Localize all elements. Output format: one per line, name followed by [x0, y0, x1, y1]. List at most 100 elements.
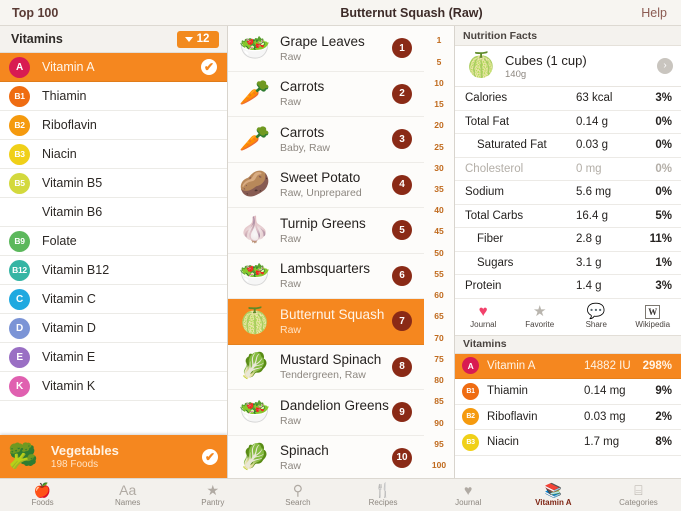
tab-journal[interactable]: ♥ Journal — [426, 483, 511, 507]
scroll-index-item[interactable]: 85 — [434, 397, 443, 406]
food-list-item[interactable]: 🥬 Spinach Raw 10 — [228, 435, 424, 478]
scroll-index[interactable]: 1 5 10 15 20 25 30 35 40 45 50 55 60 65 70 75 80 85 90 95 10… — [424, 26, 454, 478]
scroll-index-item[interactable]: 50 — [434, 249, 443, 258]
scroll-index-item[interactable]: 75 — [434, 355, 443, 364]
vitamin-row[interactable]: B9 Folate — [0, 227, 227, 256]
scroll-index-item[interactable]: 5 — [437, 58, 442, 67]
help-link[interactable]: Help — [595, 6, 681, 20]
vitamin-row[interactable]: K Vitamin K — [0, 372, 227, 401]
food-list-item[interactable]: 🍈 Butternut Squash Raw 7 — [228, 299, 424, 345]
scroll-index-item[interactable]: 65 — [434, 312, 443, 321]
food-icon: 🥕 — [239, 79, 271, 108]
vitamin-row[interactable]: B1 Thiamin — [0, 82, 227, 111]
action-bar[interactable]: ♥ Journal ★ Favorite 💬 Share W Wikipedia — [455, 298, 681, 336]
scroll-index-item[interactable]: 55 — [434, 270, 443, 279]
heart-icon: ♥ — [478, 303, 488, 320]
tab-pantry[interactable]: ★ Pantry — [170, 483, 255, 507]
vitamin-row[interactable]: B6 Vitamin B6 — [0, 198, 227, 227]
vitamins-list[interactable]: A Vitamin A ✔ B1 Thiamin B2 Riboflavin B3 Niacin… — [0, 53, 227, 451]
tab-categories[interactable]: ⌸ Categories — [596, 483, 681, 507]
vitamin-label: Vitamin B12 — [42, 263, 110, 277]
action-label: Journal — [470, 320, 497, 329]
cutlery-icon: 🍴 — [374, 482, 392, 498]
action-share-button[interactable]: 💬 Share — [568, 304, 625, 329]
food-subtitle: Raw — [280, 278, 302, 291]
panel-vitamin-rows[interactable]: A Vitamin A 14882 IU 298% B1 Thiamin 0.14 mg 9%… — [455, 353, 681, 456]
panel-vitamin-percent: 298% — [642, 359, 672, 372]
serving-name: Cubes (1 cup) — [505, 52, 587, 68]
scroll-index-item[interactable]: 30 — [434, 164, 443, 173]
food-icon: 🍈 — [239, 306, 271, 335]
vitamins-count-badge[interactable]: 12 — [177, 30, 219, 48]
food-text: Dandelion Greens Raw — [280, 398, 392, 427]
vitamin-badge-icon: A — [462, 357, 479, 375]
vitamin-row[interactable]: D Vitamin D — [0, 314, 227, 343]
tab-recipes[interactable]: 🍴 Recipes — [341, 483, 426, 507]
serving-size-row[interactable]: 🍈 Cubes (1 cup) 140g › — [455, 46, 681, 87]
nutrition-label: Saturated Fat — [477, 139, 547, 152]
scroll-index-item[interactable]: 100 — [432, 461, 446, 470]
vitamin-row[interactable]: B5 Vitamin B5 — [0, 169, 227, 198]
food-name: Turnip Greens — [280, 215, 366, 231]
scroll-index-item[interactable]: 45 — [434, 227, 443, 236]
panel-vitamin-row[interactable]: B3 Niacin 1.7 mg 8% — [455, 430, 681, 456]
action-favorite-button[interactable]: ★ Favorite — [512, 304, 569, 329]
food-list-item[interactable]: 🥗 Grape Leaves Raw 1 — [228, 26, 424, 72]
chevron-right-icon[interactable]: › — [657, 58, 673, 74]
scroll-index-item[interactable]: 70 — [434, 334, 443, 343]
scroll-index-item[interactable]: 10 — [434, 79, 443, 88]
food-list-item[interactable]: 🥗 Lambsquarters Raw 6 — [228, 253, 424, 299]
food-name: Dandelion Greens — [280, 397, 389, 413]
nutrition-label: Cholesterol — [465, 162, 524, 175]
vitamin-row[interactable]: A Vitamin A ✔ — [0, 53, 227, 82]
panel-vitamin-label: Niacin — [487, 436, 519, 449]
food-list[interactable]: 🥗 Grape Leaves Raw 1 🥕 Carrots Raw 2 🥕 Carrots Bab… — [228, 26, 424, 478]
scroll-index-item[interactable]: 20 — [434, 121, 443, 130]
scroll-index-item[interactable]: 80 — [434, 376, 443, 385]
vegetables-icon: 🥦 — [8, 442, 38, 470]
scroll-index-item[interactable]: 60 — [434, 291, 443, 300]
food-name: Spinach — [280, 443, 329, 459]
scroll-index-item[interactable]: 40 — [434, 206, 443, 215]
scroll-index-item[interactable]: 15 — [434, 100, 443, 109]
scroll-index-item[interactable]: 95 — [434, 440, 443, 449]
vitamins-section-header[interactable]: Vitamins 12 — [0, 26, 227, 53]
food-text: Spinach Raw — [280, 443, 392, 472]
tab-vitamin-a[interactable]: 📚 Vitamin A — [511, 483, 596, 507]
tab-label: Search — [285, 498, 311, 507]
tab-names[interactable]: Aa Names — [85, 483, 170, 507]
food-list-item[interactable]: 🥕 Carrots Raw 2 — [228, 71, 424, 117]
vitamin-row[interactable]: B2 Riboflavin — [0, 111, 227, 140]
scroll-index-item[interactable]: 35 — [434, 185, 443, 194]
vitamin-row[interactable]: B3 Niacin — [0, 140, 227, 169]
vitamin-row[interactable]: E Vitamin E — [0, 343, 227, 372]
food-list-item[interactable]: 🥬 Mustard Spinach Tendergreen, Raw 8 — [228, 344, 424, 390]
scroll-index-item[interactable]: 25 — [434, 143, 443, 152]
category-banner[interactable]: 🥦 Vegetables 198 Foods ✔ — [0, 435, 227, 478]
rank-badge: 8 — [392, 356, 412, 377]
food-list-item[interactable]: 🥕 Carrots Baby, Raw 3 — [228, 117, 424, 163]
action-wikipedia-button[interactable]: W Wikipedia — [625, 304, 681, 329]
food-list-item[interactable]: 🧄 Turnip Greens Raw 5 — [228, 208, 424, 254]
panel-vitamin-percent: 8% — [655, 436, 672, 449]
scroll-index-item[interactable]: 1 — [437, 36, 442, 45]
star-icon: ★ — [533, 303, 547, 320]
action-journal-button[interactable]: ♥ Journal — [455, 304, 512, 329]
panel-vitamin-row[interactable]: A Vitamin A 14882 IU 298% — [455, 353, 681, 379]
panel-vitamin-percent: 9% — [655, 385, 672, 398]
panel-vitamin-row[interactable]: B2 Riboflavin 0.03 mg 2% — [455, 404, 681, 430]
vitamin-row[interactable]: C Vitamin C — [0, 285, 227, 314]
tab-foods[interactable]: 🍎 Foods — [0, 483, 85, 507]
scroll-index-item[interactable]: 90 — [434, 419, 443, 428]
panel-vitamin-row[interactable]: B1 Thiamin 0.14 mg 9% — [455, 379, 681, 405]
tab-bar[interactable]: 🍎 Foods Aa Names ★ Pantry ⚲ Search 🍴 Recipes ♥ Jour… — [0, 478, 681, 511]
nutrition-percent: 3% — [655, 92, 672, 105]
vitamin-row[interactable]: B12 Vitamin B12 — [0, 256, 227, 285]
food-list-item[interactable]: 🥔 Sweet Potato Raw, Unprepared 4 — [228, 162, 424, 208]
nutrition-row: Total Fat 0.14 g 0% — [455, 111, 681, 134]
food-list-item[interactable]: 🥗 Dandelion Greens Raw 9 — [228, 390, 424, 436]
food-icon: 🥗 — [239, 261, 271, 290]
food-text: Carrots Raw — [280, 79, 392, 108]
tab-search[interactable]: ⚲ Search — [255, 483, 340, 507]
wikipedia-icon: W — [645, 304, 661, 319]
